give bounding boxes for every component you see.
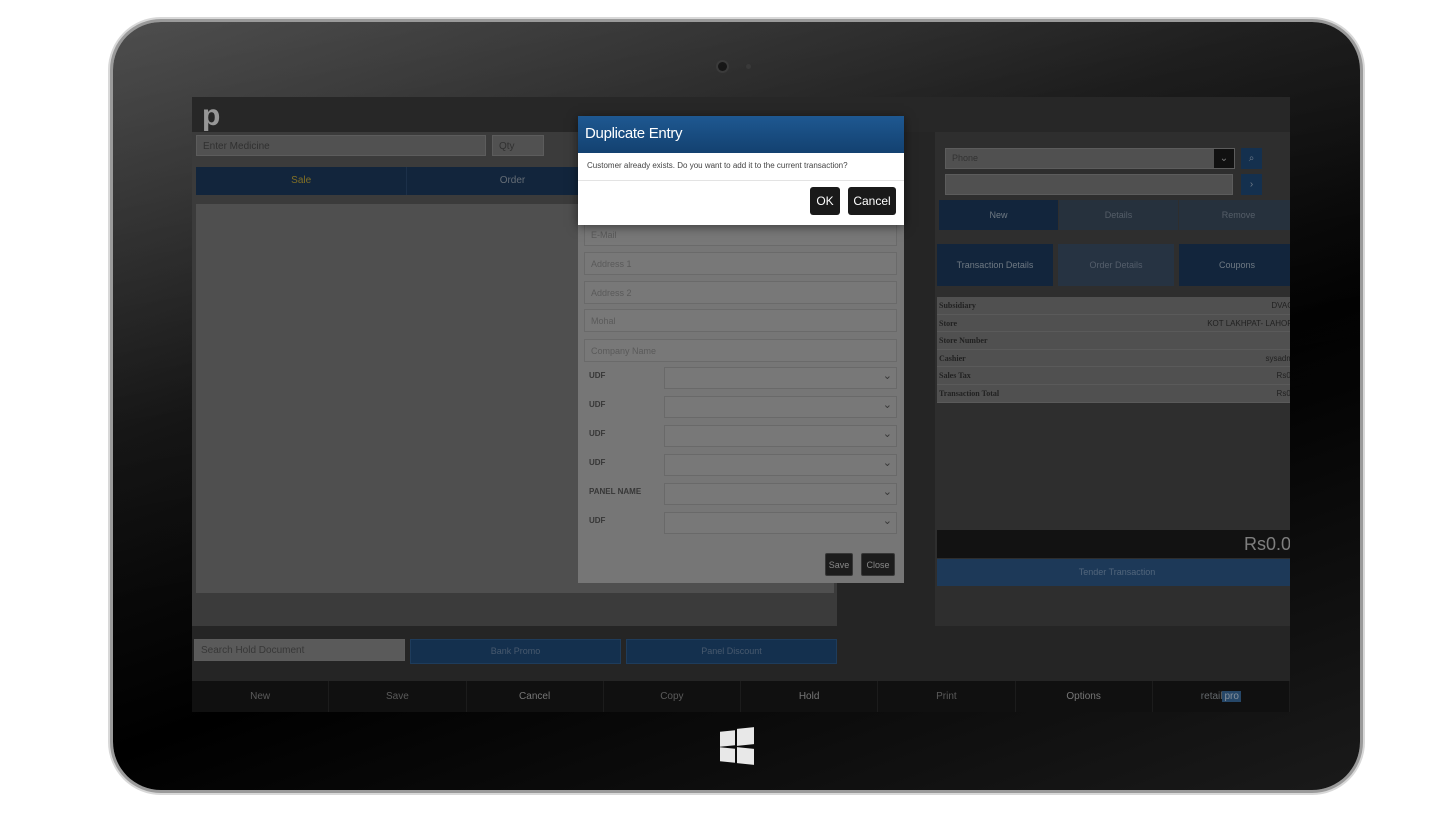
footer-new-button[interactable]: New — [192, 681, 330, 712]
footer-save-button[interactable]: Save — [329, 681, 467, 712]
medicine-input[interactable]: Enter Medicine — [196, 135, 486, 156]
dialog-message: Customer already exists. Do you want to … — [587, 161, 848, 170]
panel-name-label: PANEL NAME — [589, 487, 642, 496]
email-field[interactable]: E-Mail — [584, 223, 897, 246]
tab-transaction-details[interactable]: Transaction Details — [937, 244, 1053, 286]
info-row: SubsidiaryDVAC — [937, 297, 1290, 315]
footer-cancel-button[interactable]: Cancel — [467, 681, 604, 712]
transaction-info: SubsidiaryDVAC StoreKOT LAKHPAT- LAHOR S… — [937, 297, 1290, 403]
phone-select[interactable]: Phone ⌄ — [945, 148, 1235, 169]
udf-label: UDF — [589, 371, 606, 380]
panel-discount-button[interactable]: Panel Discount — [626, 639, 837, 664]
cancel-button[interactable]: Cancel — [848, 187, 896, 215]
chevron-down-icon[interactable]: ⌄ — [1214, 149, 1234, 168]
retailpro-logo: retail pro — [1153, 681, 1290, 712]
tab-coupons[interactable]: Coupons — [1179, 244, 1290, 286]
ok-button[interactable]: OK — [810, 187, 840, 215]
tab-order-details[interactable]: Order Details — [1058, 244, 1174, 286]
udf-select[interactable] — [664, 512, 897, 534]
windows-logo-icon[interactable] — [720, 727, 754, 765]
customer-details-button[interactable]: Details — [1059, 200, 1178, 230]
udf-select[interactable] — [664, 454, 897, 476]
detail-tabs: Transaction Details Order Details Coupon… — [937, 244, 1290, 286]
info-row: Store KOT LAKHPAT- LAHOR — [937, 315, 1290, 333]
customer-actions: New Details Remove — [939, 200, 1290, 230]
udf-select[interactable] — [664, 425, 897, 447]
new-customer-button[interactable]: New — [939, 200, 1058, 230]
footer-hold-button[interactable]: Hold — [741, 681, 879, 712]
address2-field[interactable]: Address 2 — [584, 281, 897, 304]
udf-label: UDF — [589, 458, 606, 467]
address1-field[interactable]: Address 1 — [584, 252, 897, 275]
form-close-button[interactable]: Close — [861, 553, 895, 576]
duplicate-entry-dialog: Duplicate Entry Customer already exists.… — [578, 116, 904, 225]
sensor-icon — [746, 64, 751, 69]
dialog-title: Duplicate Entry — [578, 116, 904, 153]
info-row: Transaction TotalRs0. — [937, 385, 1290, 403]
search-icon[interactable]: ⌕ — [1241, 148, 1262, 169]
camera-icon — [718, 62, 727, 71]
customer-panel: Phone ⌄ ⌕ › New Details Remove Transacti… — [935, 132, 1290, 626]
hold-search-input[interactable]: Search Hold Document — [194, 639, 405, 661]
info-row: Sales TaxRs0. — [937, 367, 1290, 385]
udf-label: UDF — [589, 429, 606, 438]
info-row: Store Number — [937, 332, 1290, 350]
footer-options-button[interactable]: Options — [1016, 681, 1153, 712]
footer-toolbar: New Save Cancel Copy Hold Print Options … — [192, 681, 1290, 712]
phone-placeholder: Phone — [952, 153, 979, 163]
panel-name-select[interactable] — [664, 483, 897, 505]
chevron-right-icon[interactable]: › — [1241, 174, 1262, 195]
mohal-field[interactable]: Mohal — [584, 309, 897, 332]
udf-label: UDF — [589, 516, 606, 525]
qty-input[interactable]: Qty — [492, 135, 544, 156]
footer-print-button[interactable]: Print — [878, 681, 1016, 712]
company-name-field[interactable]: Company Name — [584, 339, 897, 362]
tab-sale[interactable]: Sale — [196, 167, 408, 195]
tender-transaction-button[interactable]: Tender Transaction — [937, 559, 1290, 586]
bank-promo-button[interactable]: Bank Promo — [410, 639, 621, 664]
remove-customer-button[interactable]: Remove — [1179, 200, 1290, 230]
udf-label: UDF — [589, 400, 606, 409]
app-screen: p Enter Medicine Qty Sale Order Search H… — [192, 97, 1290, 712]
udf-select[interactable] — [664, 396, 897, 418]
app-logo: p — [202, 99, 221, 132]
dialog-divider — [578, 180, 904, 181]
info-row: Cashier sysadm — [937, 350, 1290, 368]
footer-copy-button[interactable]: Copy — [604, 681, 741, 712]
form-save-button[interactable]: Save — [825, 553, 853, 576]
transaction-total: Rs0.0 — [937, 530, 1290, 558]
customer-input[interactable] — [945, 174, 1233, 195]
udf-select[interactable] — [664, 367, 897, 389]
